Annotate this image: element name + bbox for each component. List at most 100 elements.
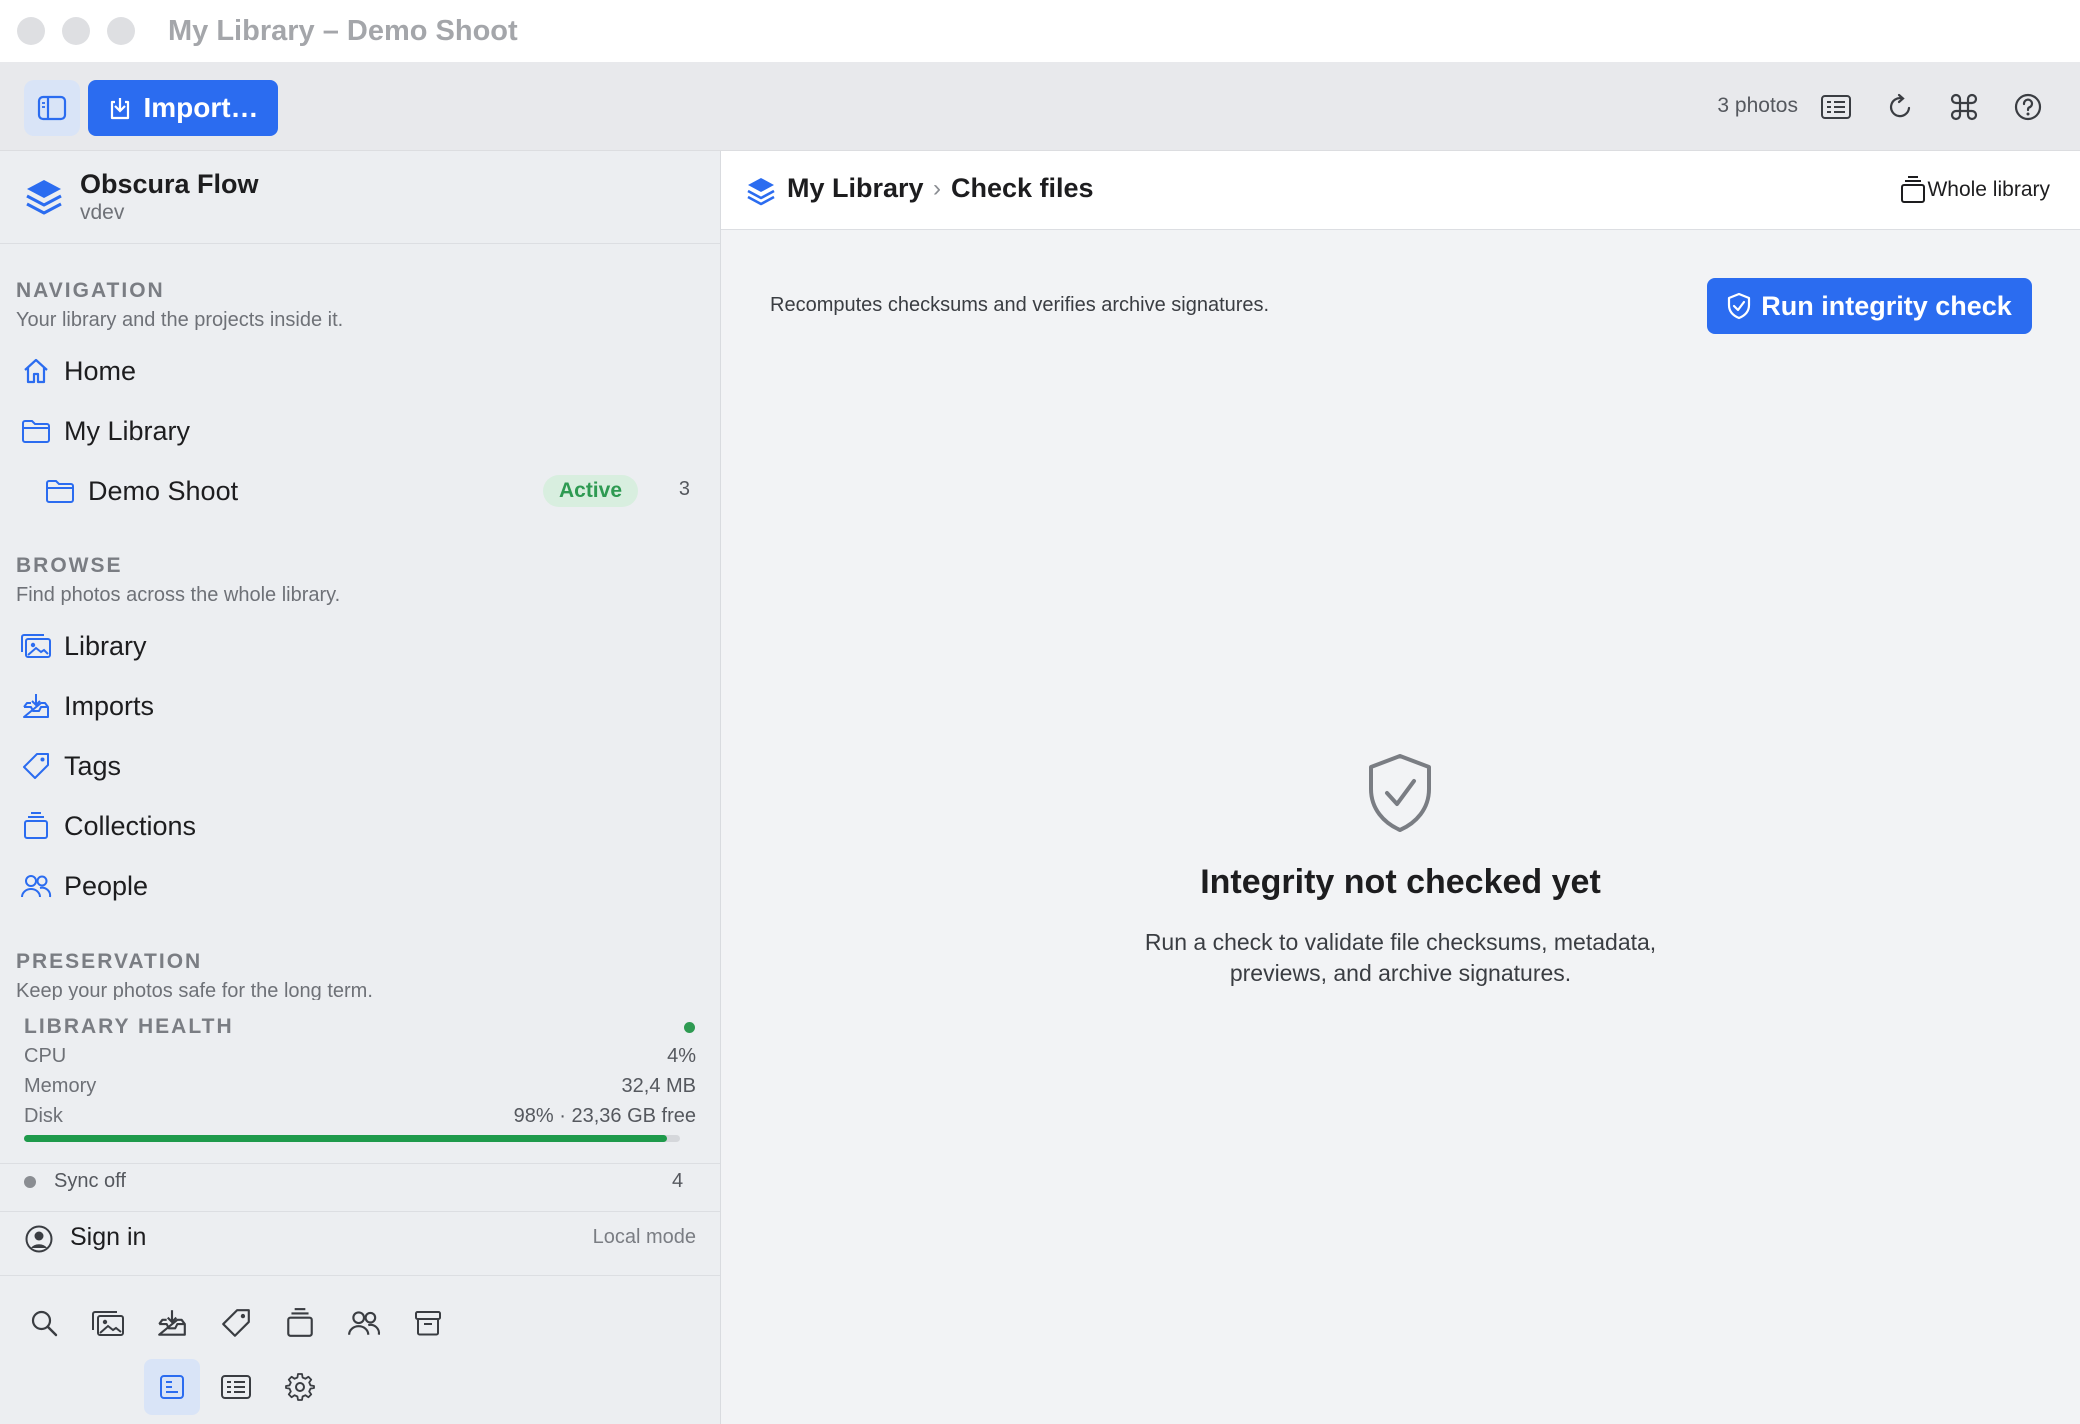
sidebar-item-label: Imports — [64, 690, 155, 721]
sidebar-item-library[interactable]: Library — [20, 621, 700, 671]
window-title: My Library – Demo Shoot — [168, 15, 518, 47]
health-status-dot — [684, 1022, 695, 1033]
content-header: My Library › Check files Whole library — [721, 151, 2080, 230]
library-health-heading: LIBRARY HEALTH — [24, 1015, 234, 1038]
dock-search-button[interactable] — [16, 1295, 72, 1351]
sync-status-label[interactable]: Sync off — [54, 1170, 126, 1193]
tag-icon — [23, 753, 49, 779]
photos-icon — [92, 1311, 124, 1336]
list-details-icon — [1821, 95, 1851, 119]
collections-icon — [287, 1308, 313, 1337]
run-button-label: Run integrity check — [1761, 290, 2012, 321]
zoom-window-button[interactable] — [107, 17, 135, 45]
breadcrumb-current: Check files — [951, 173, 1094, 203]
refresh-button[interactable] — [1883, 90, 1917, 124]
main-content: My Library › Check files Whole library R… — [721, 151, 2080, 1424]
dock-tags-button[interactable] — [208, 1295, 264, 1351]
sidebar-item-tags[interactable]: Tags — [20, 741, 700, 791]
disk-usage-bar — [24, 1135, 680, 1142]
people-icon — [21, 875, 52, 898]
sidebar-item-people[interactable]: People — [20, 861, 700, 911]
photos-icon — [21, 634, 51, 658]
sidebar-item-demo-shoot[interactable]: Demo Shoot Active 3 — [44, 466, 700, 516]
list-details-icon — [221, 1375, 251, 1399]
disk-row: Disk 98% · 23,36 GB free — [24, 1105, 696, 1128]
app-window: My Library – Demo Shoot Import… 3 photos… — [0, 0, 2080, 1424]
account-icon — [25, 1225, 53, 1253]
app-name: Obscura Flow — [80, 169, 259, 199]
memory-row: Memory 32,4 MB — [24, 1075, 696, 1098]
close-window-button[interactable] — [17, 17, 45, 45]
preservation-subheading: Keep your photos safe for the long term. — [16, 980, 373, 1000]
title-bar: My Library – Demo Shoot — [0, 0, 2080, 62]
layers-icon — [747, 178, 775, 206]
breadcrumb-separator: › — [933, 175, 941, 202]
collections-icon — [24, 812, 48, 839]
inspector-panel-icon — [160, 1375, 184, 1399]
people-icon — [348, 1311, 380, 1335]
archive-box-icon — [415, 1311, 441, 1336]
sign-in-button[interactable]: Sign in — [70, 1223, 146, 1252]
sync-status-dot — [24, 1176, 36, 1188]
sidebar-toggle-button[interactable] — [24, 80, 80, 136]
sidebar-item-label: My Library — [64, 415, 191, 446]
brand-header: Obscura Flow vdev — [0, 151, 720, 244]
sidebar-item-my-library[interactable]: My Library — [20, 406, 700, 456]
sidebar: Obscura Flow vdev NAVIGATION Your librar… — [0, 151, 721, 1424]
cpu-row: CPU 4% — [24, 1045, 696, 1068]
sidebar-item-label: Tags — [64, 750, 122, 781]
command-palette-button[interactable] — [1947, 90, 1981, 124]
dock-archive-button[interactable] — [400, 1295, 456, 1351]
navigation-subheading: Your library and the projects inside it. — [16, 309, 344, 331]
help-button[interactable] — [2011, 90, 2045, 124]
sidebar-item-home[interactable]: Home — [20, 346, 700, 396]
dock-imports-button[interactable] — [144, 1295, 200, 1351]
page-description: Recomputes checksums and verifies archiv… — [770, 294, 1270, 316]
preservation-heading: PRESERVATION — [16, 950, 203, 973]
help-icon — [2014, 93, 2042, 121]
folder-icon — [46, 480, 74, 503]
search-icon — [31, 1310, 58, 1337]
photo-count: 3 photos — [1717, 94, 1798, 117]
shield-check-icon — [1369, 754, 1431, 832]
dock-library-button[interactable] — [80, 1295, 136, 1351]
sidebar-item-label: Home — [64, 355, 137, 386]
dock-settings-button[interactable] — [272, 1359, 328, 1415]
run-integrity-check-button[interactable]: Run integrity check — [1707, 278, 2032, 334]
empty-state-line: previews, and archive signatures. — [1229, 960, 1572, 986]
tag-icon — [222, 1309, 250, 1337]
account-mode: Local mode — [592, 1226, 696, 1248]
gear-icon — [285, 1373, 315, 1401]
sidebar-item-label: Demo Shoot — [88, 475, 239, 506]
scope-selector[interactable]: Whole library — [1927, 178, 2050, 202]
cpu-value: 4% — [667, 1045, 696, 1067]
sync-count: 4 — [672, 1170, 684, 1192]
sidebar-item-collections[interactable]: Collections — [20, 801, 700, 851]
divider — [0, 1163, 720, 1164]
inbox-download-icon — [158, 1310, 186, 1336]
inbox-download-icon — [23, 694, 49, 718]
dock-collections-button[interactable] — [272, 1295, 328, 1351]
dock-details-button[interactable] — [208, 1359, 264, 1415]
divider — [0, 1275, 720, 1276]
minimize-window-button[interactable] — [62, 17, 90, 45]
dock-inspector-button[interactable] — [144, 1359, 200, 1415]
sidebar-item-imports[interactable]: Imports — [20, 681, 700, 731]
home-icon — [24, 358, 48, 384]
browse-subheading: Find photos across the whole library. — [16, 584, 341, 606]
empty-state-title: Integrity not checked yet — [1200, 863, 1601, 901]
details-view-button[interactable] — [1819, 90, 1853, 124]
collections-icon — [1901, 176, 1925, 203]
dock-people-button[interactable] — [336, 1295, 392, 1351]
empty-state-message: Run a check to validate file checksums, … — [721, 927, 2080, 989]
command-icon — [1950, 93, 1978, 121]
memory-label: Memory — [24, 1075, 97, 1097]
disk-label: Disk — [24, 1105, 63, 1127]
folder-icon — [22, 420, 50, 443]
import-button-label: Import… — [143, 92, 259, 123]
import-button[interactable]: Import… — [88, 80, 278, 136]
toolbar: Import… 3 photos — [0, 62, 2080, 151]
navigation-heading: NAVIGATION — [16, 279, 165, 302]
sidebar-item-label: Collections — [64, 810, 197, 841]
breadcrumb-root[interactable]: My Library — [787, 173, 924, 204]
